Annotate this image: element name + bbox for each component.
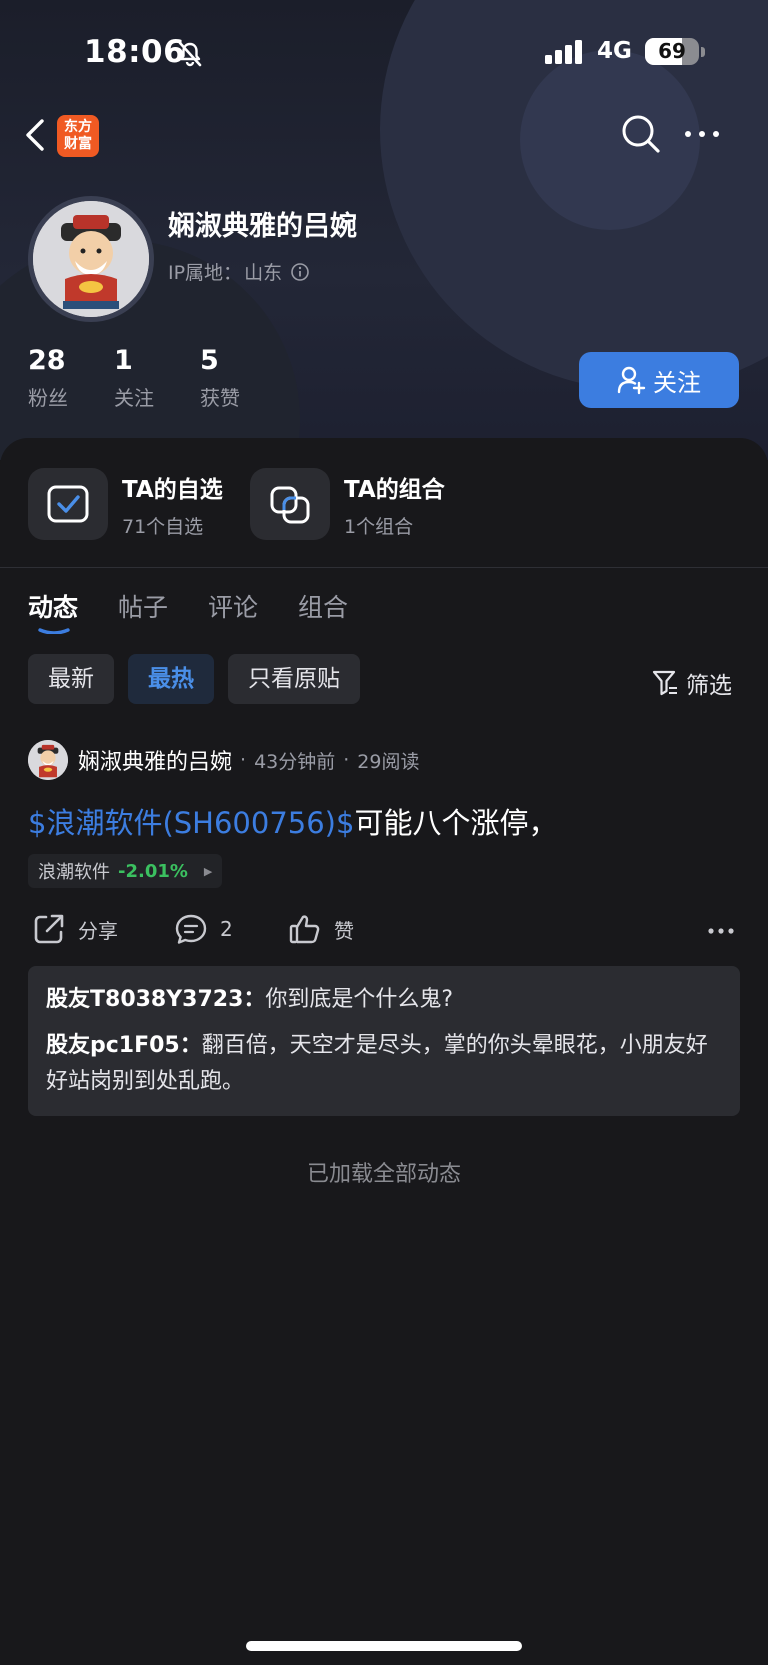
divider: [0, 567, 768, 568]
card-icon-box: [28, 468, 108, 540]
signal-icon: [545, 40, 582, 64]
stat-number: 1: [114, 345, 133, 376]
share-icon: [34, 914, 64, 944]
like-button[interactable]: 赞: [288, 912, 354, 946]
post-author-avatar[interactable]: [28, 740, 68, 780]
share-button[interactable]: 分享: [32, 912, 118, 946]
tab-portfolio[interactable]: 组合: [298, 588, 348, 624]
checkbox-icon: [47, 485, 89, 523]
top-nav: 东方 财富: [0, 105, 768, 165]
ip-value: 山东: [244, 262, 283, 284]
stat-label: 关注: [114, 386, 154, 410]
funnel-icon: [652, 670, 677, 696]
search-icon[interactable]: [620, 113, 662, 155]
more-options-icon[interactable]: [682, 119, 722, 149]
comment-count: 2: [220, 917, 233, 941]
battery-cap: [701, 47, 705, 57]
follow-button-label: 关注: [653, 368, 701, 397]
profile-username: 娴淑典雅的吕婉: [168, 211, 357, 242]
comment-text: 你到底是个什么鬼?: [265, 987, 454, 1012]
status-bar: 18:06 4G 69: [0, 0, 768, 100]
comment-button[interactable]: 2: [174, 912, 233, 946]
end-of-feed-text: 已加载全部动态: [306, 1162, 461, 1187]
profile-avatar[interactable]: [28, 196, 154, 322]
stat-label: 获赞: [200, 386, 240, 410]
comment-user[interactable]: 股友pc1F05：: [46, 1033, 202, 1058]
stat-label: 粉丝: [28, 386, 68, 410]
ip-label: IP属地：: [168, 262, 243, 284]
tab-active-indicator: [38, 628, 70, 634]
portfolio-icon: [270, 486, 310, 524]
share-label: 分享: [78, 918, 118, 943]
stat-likes[interactable]: 5 获赞: [200, 345, 286, 411]
meta-separator: ·: [343, 749, 350, 771]
app-logo: 东方 财富: [57, 115, 99, 157]
tab-dynamics[interactable]: 动态: [28, 588, 79, 634]
card-icon-box: [250, 468, 330, 540]
comment-preview-box[interactable]: 股友T8038Y3723：你到底是个什么鬼? 股友pc1F05：翻百倍，天空才是…: [28, 966, 740, 1116]
watchlist-card[interactable]: TA的自选 71个自选: [28, 468, 223, 540]
filter-chip-original-only[interactable]: 只看原贴: [228, 654, 360, 704]
filter-chip-latest[interactable]: 最新: [28, 654, 114, 704]
stat-fans[interactable]: 28 粉丝: [28, 345, 114, 411]
post-author-name[interactable]: 娴淑典雅的吕婉: [78, 744, 232, 776]
post-text: 可能八个涨停，: [354, 806, 558, 840]
filter-chips: 最新 最热 只看原贴: [28, 654, 374, 704]
tab-bar: 动态 帖子 评论 组合: [28, 588, 388, 634]
play-triangle-icon: ▶: [203, 864, 213, 878]
thumbs-up-icon: [289, 915, 320, 944]
avatar-caishen-image: [28, 740, 68, 780]
logo-text-line1: 东方: [64, 119, 92, 135]
filter-label: 筛选: [686, 673, 732, 699]
profile-stats: 28 粉丝 1 关注 5 获赞: [28, 345, 286, 411]
filter-chip-hottest[interactable]: 最热: [128, 654, 214, 704]
comment-icon: [175, 914, 207, 944]
home-indicator[interactable]: [246, 1641, 522, 1651]
battery-level: 69: [658, 39, 686, 63]
bell-muted-icon: [178, 41, 202, 67]
stock-link[interactable]: $浪潮软件(SH600756)$: [28, 806, 354, 840]
portfolio-card[interactable]: TA的组合 1个组合: [250, 468, 445, 540]
post-read-count: 29阅读: [357, 750, 420, 773]
tab-comments[interactable]: 评论: [208, 588, 258, 624]
info-icon[interactable]: [290, 262, 310, 282]
stat-following[interactable]: 1 关注: [114, 345, 200, 411]
post-actions: 分享 2 赞: [28, 912, 740, 952]
meta-separator: ·: [240, 749, 247, 771]
stat-number: 5: [200, 345, 219, 376]
ip-location: IP属地： 山东: [168, 258, 310, 285]
comment-item[interactable]: 股友T8038Y3723：你到底是个什么鬼?: [46, 982, 722, 1018]
stock-tag-name: 浪潮软件: [38, 862, 110, 883]
filter-button[interactable]: 筛选: [652, 666, 732, 700]
stock-tag[interactable]: 浪潮软件 -2.01% ▶: [28, 854, 223, 888]
card-title: TA的自选: [122, 476, 223, 503]
back-arrow-icon[interactable]: [22, 115, 48, 155]
post-content[interactable]: $浪潮软件(SH600756)$可能八个涨停，: [28, 800, 557, 842]
battery-icon: 69: [645, 38, 699, 65]
logo-text-line2: 财富: [64, 136, 92, 152]
comment-item[interactable]: 股友pc1F05：翻百倍，天空才是尽头，掌的你头晕眼花，小朋友好好站岗别到处乱跑…: [46, 1028, 722, 1100]
content-panel: TA的自选 71个自选 TA的组合 1个组合 动态 帖子 评论 组合 最新 最热…: [0, 438, 768, 1665]
card-text: TA的组合 1个组合: [344, 470, 445, 539]
tab-label: 动态: [28, 593, 79, 622]
post-time: 43分钟前: [254, 750, 336, 773]
stock-tag-change: -2.01%: [118, 860, 188, 882]
stat-number: 28: [28, 345, 66, 376]
card-subtitle: 1个组合: [344, 515, 414, 538]
card-text: TA的自选 71个自选: [122, 470, 223, 539]
comment-user[interactable]: 股友T8038Y3723：: [46, 987, 265, 1012]
like-label: 赞: [334, 918, 354, 943]
post-header: 娴淑典雅的吕婉 · 43分钟前 · 29阅读: [28, 740, 419, 780]
more-options-icon[interactable]: [706, 916, 736, 946]
tab-posts[interactable]: 帖子: [118, 588, 168, 624]
card-title: TA的组合: [344, 476, 445, 503]
avatar-caishen-image: [33, 201, 149, 317]
status-time: 18:06: [84, 34, 186, 70]
add-user-icon: [617, 366, 646, 395]
follow-button[interactable]: 关注: [579, 352, 739, 408]
card-subtitle: 71个自选: [122, 515, 204, 538]
network-type: 4G: [597, 38, 632, 64]
